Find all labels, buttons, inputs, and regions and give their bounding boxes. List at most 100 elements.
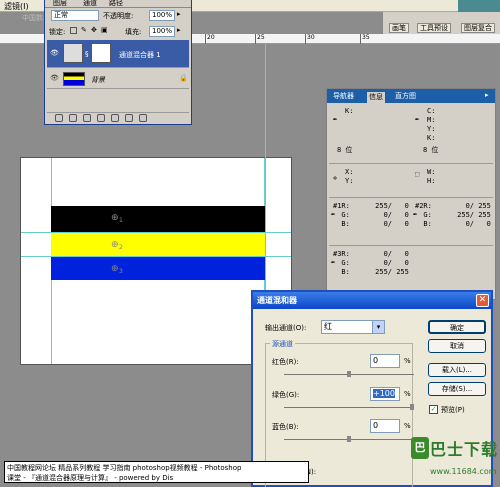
close-icon[interactable]: ✕ [476, 294, 489, 307]
blue-bar [51, 256, 265, 280]
info-bit-right: 8 位 [423, 146, 439, 154]
tab-navigator[interactable]: 导航器 [331, 91, 356, 101]
fill-arrow-icon[interactable]: ▸ [177, 26, 181, 34]
tab-histogram[interactable]: 直方图 [393, 91, 418, 101]
caption-line-2: 课堂 - 『通道混合器原理与计算』 - powered by Dis [7, 474, 174, 482]
ruler-label: 20 [207, 34, 215, 41]
lock-brush-icon[interactable]: ✎ [81, 26, 87, 34]
layer-row-channel-mixer[interactable]: 👁 § 通道混合器 1 [47, 40, 189, 68]
watermark-url: www.11684.com [430, 467, 497, 476]
blue-slider-handle[interactable] [347, 436, 351, 442]
tab-tool-presets[interactable]: 工具预设 [417, 23, 451, 33]
color-sampler-1-icon[interactable]: ⊕ [111, 213, 119, 223]
lock-icon: 🔒 [179, 74, 188, 82]
info-wh-labels: W: H: [427, 168, 436, 185]
eye-icon[interactable]: 👁 [50, 74, 59, 82]
blue-slider[interactable] [284, 436, 414, 442]
sampler-3-label: 3 [119, 268, 123, 275]
sampler-2-label: 2 [119, 244, 123, 251]
ruler-label: 25 [257, 34, 265, 41]
lock-transparency-icon[interactable] [70, 27, 77, 34]
tutorial-caption: 中国教程网论坛 精品系列教程 学习指南 photoshop视频教程 - Phot… [4, 461, 309, 483]
eye-icon[interactable]: 👁 [50, 49, 59, 57]
ok-button[interactable]: 确定 [428, 320, 486, 334]
output-channel-label: 输出通道(O): [265, 324, 307, 332]
black-bar [51, 206, 265, 232]
layers-tabs: 图层 通道 路径 [45, 0, 191, 8]
tab-info[interactable]: 信息 [367, 92, 385, 103]
red-percent: % [404, 357, 411, 365]
output-channel-select[interactable]: 红 ▾ [321, 320, 385, 334]
cancel-button[interactable]: 取消 [428, 339, 486, 353]
fill-label: 填充: [125, 28, 142, 36]
link-icon: § [85, 50, 89, 58]
delete-layer-icon[interactable] [139, 114, 147, 122]
color-sampler-3-icon[interactable]: ⊕ [111, 264, 119, 274]
color-sampler-2-icon[interactable]: ⊕ [111, 240, 119, 250]
new-layer-icon[interactable] [125, 114, 133, 122]
info-sampler-3-section: ✒ #3R: 0/ 0 G: 0/ 0 B: 255/ 255 [329, 245, 493, 285]
panel-menu-icon[interactable]: ▸ [483, 91, 491, 99]
guide-line[interactable] [265, 44, 266, 304]
add-mask-icon[interactable] [83, 114, 91, 122]
opacity-input[interactable]: 100% [149, 10, 175, 21]
layer-row-background[interactable]: 👁 背景 🔒 [47, 69, 189, 89]
preview-checkbox[interactable]: ✓ [429, 405, 438, 414]
tab-brushes[interactable]: 画笔 [389, 23, 409, 33]
eyedropper-icon: ✒ [415, 115, 420, 123]
layer-name: 背景 [91, 76, 105, 84]
info-bit-left: 8 位 [337, 146, 353, 154]
top-right-panel-tabs: 画笔 工具预设 图层复合 [382, 12, 500, 34]
opacity-label: 不透明度: [103, 12, 134, 20]
new-adjustment-icon[interactable] [111, 114, 119, 122]
info-k-label: K: [345, 107, 354, 115]
dialog-title: 通道混和器 [257, 296, 297, 305]
watermark-logo: 巴 [411, 437, 429, 459]
size-icon: ⬚ [415, 170, 420, 178]
layers-button-bar [47, 112, 189, 123]
layer-style-icon[interactable] [69, 114, 77, 122]
new-group-icon[interactable] [97, 114, 105, 122]
layer-mask-thumb[interactable] [91, 43, 111, 63]
lock-all-icon[interactable]: ▣ [101, 26, 108, 34]
dialog-title-bar[interactable]: 通道混和器 ✕ [253, 292, 491, 309]
tab-channels[interactable]: 通道 [83, 0, 97, 8]
guide-line[interactable] [21, 256, 291, 257]
tab-paths[interactable]: 路径 [109, 0, 123, 8]
link-layers-icon[interactable] [55, 114, 63, 122]
blue-input[interactable]: 0 [370, 419, 400, 433]
tab-layer-comps[interactable]: 图层复合 [461, 23, 495, 33]
tab-layers[interactable]: 图层 [53, 0, 67, 8]
info-panel: 导航器 信息 直方图 ▸ ✒ K: 8 位 ✒ C: M: Y: K: 8 位 … [326, 88, 496, 300]
green-slider[interactable] [284, 404, 414, 410]
eyedropper-icon: ✒ [333, 115, 338, 123]
red-slider-handle[interactable] [347, 371, 351, 377]
menu-filter[interactable]: 滤镜(I) [4, 1, 29, 12]
title-accent [458, 0, 500, 12]
blue-label: 蓝色(B): [272, 423, 299, 431]
chevron-down-icon[interactable]: ▾ [372, 321, 384, 333]
red-input[interactable]: 0 [370, 354, 400, 368]
opacity-arrow-icon[interactable]: ▸ [177, 10, 181, 18]
save-button[interactable]: 存储(S)... [428, 382, 486, 396]
blend-mode-select[interactable]: 正常 [51, 10, 99, 21]
guide-line[interactable] [21, 232, 291, 233]
sampler-2-values: #2R: 0/ 255 G: 255/ 255 B: 0/ 0 [415, 202, 491, 228]
green-input[interactable]: +100 [370, 387, 400, 401]
load-button[interactable]: 载入(L)... [428, 363, 486, 377]
crosshair-icon: ✛ [333, 174, 338, 182]
sampler-1-label: 1 [119, 217, 123, 224]
ruler-label: 30 [307, 34, 315, 41]
yellow-bar [51, 232, 265, 256]
caption-line-1: 中国教程网论坛 精品系列教程 学习指南 photoshop视频教程 - Phot… [7, 464, 242, 472]
info-panel-tabs: 导航器 信息 直方图 ▸ [327, 89, 495, 103]
lock-move-icon[interactable]: ✥ [91, 26, 97, 34]
green-slider-handle[interactable] [410, 404, 414, 410]
red-slider[interactable] [284, 371, 414, 377]
layer-thumb [63, 72, 85, 86]
info-xy-labels: X: Y: [345, 168, 354, 185]
preview-label: 预览(P) [441, 406, 465, 414]
fill-input[interactable]: 100% [149, 26, 175, 37]
layer-name: 通道混合器 1 [119, 51, 161, 59]
output-channel-value: 红 [324, 322, 332, 331]
